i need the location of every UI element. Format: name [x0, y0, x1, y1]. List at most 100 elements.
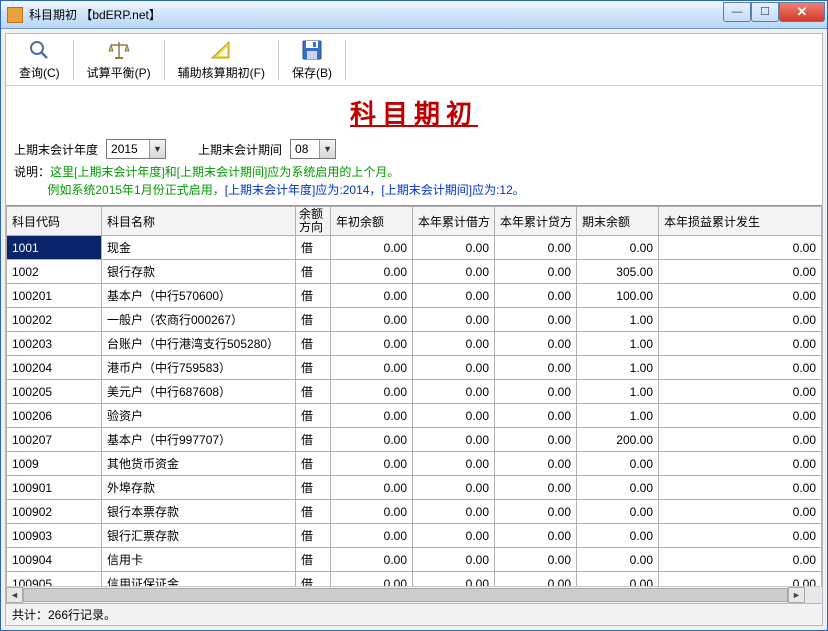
- col-period-end[interactable]: 期末余额: [577, 207, 659, 236]
- cell-v3[interactable]: 0.00: [577, 452, 659, 476]
- cell-name[interactable]: 银行存款: [102, 260, 296, 284]
- cell-v2[interactable]: 0.00: [495, 284, 577, 308]
- cell-name[interactable]: 银行汇票存款: [102, 524, 296, 548]
- cell-dir[interactable]: 借: [296, 356, 331, 380]
- cell-dir[interactable]: 借: [296, 404, 331, 428]
- close-button[interactable]: ✕: [779, 2, 825, 22]
- cell-name[interactable]: 其他货币资金: [102, 452, 296, 476]
- cell-v1[interactable]: 0.00: [413, 500, 495, 524]
- cell-v3[interactable]: 0.00: [577, 476, 659, 500]
- cell-v1[interactable]: 0.00: [413, 332, 495, 356]
- cell-v2[interactable]: 0.00: [495, 260, 577, 284]
- cell-v0[interactable]: 0.00: [331, 476, 413, 500]
- cell-v3[interactable]: 1.00: [577, 404, 659, 428]
- table-row[interactable]: 100202一般户（农商行000267）借0.000.000.001.000.0…: [7, 308, 822, 332]
- cell-code[interactable]: 100207: [7, 428, 102, 452]
- cell-v0[interactable]: 0.00: [331, 308, 413, 332]
- dropdown-icon[interactable]: ▼: [149, 140, 165, 158]
- cell-v0[interactable]: 0.00: [331, 260, 413, 284]
- period-combo[interactable]: ▼: [290, 139, 336, 159]
- col-code[interactable]: 科目代码: [7, 207, 102, 236]
- cell-v2[interactable]: 0.00: [495, 476, 577, 500]
- cell-name[interactable]: 现金: [102, 236, 296, 260]
- cell-code[interactable]: 100904: [7, 548, 102, 572]
- cell-v2[interactable]: 0.00: [495, 236, 577, 260]
- cell-v1[interactable]: 0.00: [413, 524, 495, 548]
- cell-v0[interactable]: 0.00: [331, 356, 413, 380]
- query-button[interactable]: 查询(C): [10, 36, 69, 84]
- cell-v1[interactable]: 0.00: [413, 308, 495, 332]
- cell-code[interactable]: 1002: [7, 260, 102, 284]
- cell-name[interactable]: 外埠存款: [102, 476, 296, 500]
- cell-v4[interactable]: 0.00: [659, 524, 822, 548]
- cell-name[interactable]: 美元户（中行687608）: [102, 380, 296, 404]
- horizontal-scrollbar[interactable]: ◄ ►: [6, 586, 822, 603]
- cell-v4[interactable]: 0.00: [659, 356, 822, 380]
- cell-name[interactable]: 港币户（中行759583）: [102, 356, 296, 380]
- cell-v3[interactable]: 1.00: [577, 356, 659, 380]
- grid-body[interactable]: 科目代码 科目名称 余额方向 年初余额 本年累计借方 本年累计贷方 期末余额 本…: [6, 206, 822, 586]
- save-button[interactable]: 保存(B): [283, 36, 341, 84]
- cell-v4[interactable]: 0.00: [659, 548, 822, 572]
- cell-v1[interactable]: 0.00: [413, 428, 495, 452]
- table-row[interactable]: 100205美元户（中行687608）借0.000.000.001.000.00: [7, 380, 822, 404]
- cell-v0[interactable]: 0.00: [331, 332, 413, 356]
- cell-v3[interactable]: 305.00: [577, 260, 659, 284]
- cell-dir[interactable]: 借: [296, 548, 331, 572]
- cell-v4[interactable]: 0.00: [659, 452, 822, 476]
- cell-name[interactable]: 台账户（中行港湾支行505280）: [102, 332, 296, 356]
- titlebar[interactable]: 科目期初 【bdERP.net】 — ☐ ✕: [1, 1, 827, 29]
- year-combo[interactable]: ▼: [106, 139, 166, 159]
- table-row[interactable]: 1001现金借0.000.000.000.000.00: [7, 236, 822, 260]
- cell-code[interactable]: 100205: [7, 380, 102, 404]
- cell-v2[interactable]: 0.00: [495, 500, 577, 524]
- cell-code[interactable]: 100201: [7, 284, 102, 308]
- cell-name[interactable]: 信用证保证金: [102, 572, 296, 586]
- cell-v4[interactable]: 0.00: [659, 428, 822, 452]
- cell-name[interactable]: 基本户（中行997707）: [102, 428, 296, 452]
- cell-v1[interactable]: 0.00: [413, 380, 495, 404]
- cell-code[interactable]: 100901: [7, 476, 102, 500]
- cell-name[interactable]: 验资户: [102, 404, 296, 428]
- cell-v4[interactable]: 0.00: [659, 404, 822, 428]
- cell-v0[interactable]: 0.00: [331, 452, 413, 476]
- cell-v1[interactable]: 0.00: [413, 404, 495, 428]
- cell-v1[interactable]: 0.00: [413, 572, 495, 586]
- table-row[interactable]: 100204港币户（中行759583）借0.000.000.001.000.00: [7, 356, 822, 380]
- table-row[interactable]: 100903银行汇票存款借0.000.000.000.000.00: [7, 524, 822, 548]
- cell-v4[interactable]: 0.00: [659, 332, 822, 356]
- table-row[interactable]: 100905信用证保证金借0.000.000.000.000.00: [7, 572, 822, 586]
- cell-dir[interactable]: 借: [296, 572, 331, 586]
- cell-dir[interactable]: 借: [296, 428, 331, 452]
- col-direction[interactable]: 余额方向: [296, 207, 331, 236]
- cell-v3[interactable]: 0.00: [577, 236, 659, 260]
- col-year-pl[interactable]: 本年损益累计发生: [659, 207, 822, 236]
- cell-dir[interactable]: 借: [296, 476, 331, 500]
- cell-dir[interactable]: 借: [296, 236, 331, 260]
- col-year-open[interactable]: 年初余额: [331, 207, 413, 236]
- cell-v4[interactable]: 0.00: [659, 380, 822, 404]
- cell-dir[interactable]: 借: [296, 452, 331, 476]
- cell-code[interactable]: 1001: [7, 236, 102, 260]
- table-row[interactable]: 100207基本户（中行997707）借0.000.000.00200.000.…: [7, 428, 822, 452]
- col-year-debit[interactable]: 本年累计借方: [413, 207, 495, 236]
- col-name[interactable]: 科目名称: [102, 207, 296, 236]
- year-input[interactable]: [107, 142, 149, 156]
- col-year-credit[interactable]: 本年累计贷方: [495, 207, 577, 236]
- cell-v3[interactable]: 0.00: [577, 500, 659, 524]
- cell-v2[interactable]: 0.00: [495, 308, 577, 332]
- cell-code[interactable]: 100203: [7, 332, 102, 356]
- cell-code[interactable]: 100204: [7, 356, 102, 380]
- table-row[interactable]: 100203台账户（中行港湾支行505280）借0.000.000.001.00…: [7, 332, 822, 356]
- cell-v2[interactable]: 0.00: [495, 428, 577, 452]
- cell-v0[interactable]: 0.00: [331, 236, 413, 260]
- cell-v4[interactable]: 0.00: [659, 308, 822, 332]
- cell-code[interactable]: 100905: [7, 572, 102, 586]
- cell-v0[interactable]: 0.00: [331, 572, 413, 586]
- cell-name[interactable]: 信用卡: [102, 548, 296, 572]
- table-row[interactable]: 1009其他货币资金借0.000.000.000.000.00: [7, 452, 822, 476]
- cell-v1[interactable]: 0.00: [413, 476, 495, 500]
- cell-v1[interactable]: 0.00: [413, 236, 495, 260]
- scroll-right-icon[interactable]: ►: [788, 587, 805, 603]
- table-row[interactable]: 100902银行本票存款借0.000.000.000.000.00: [7, 500, 822, 524]
